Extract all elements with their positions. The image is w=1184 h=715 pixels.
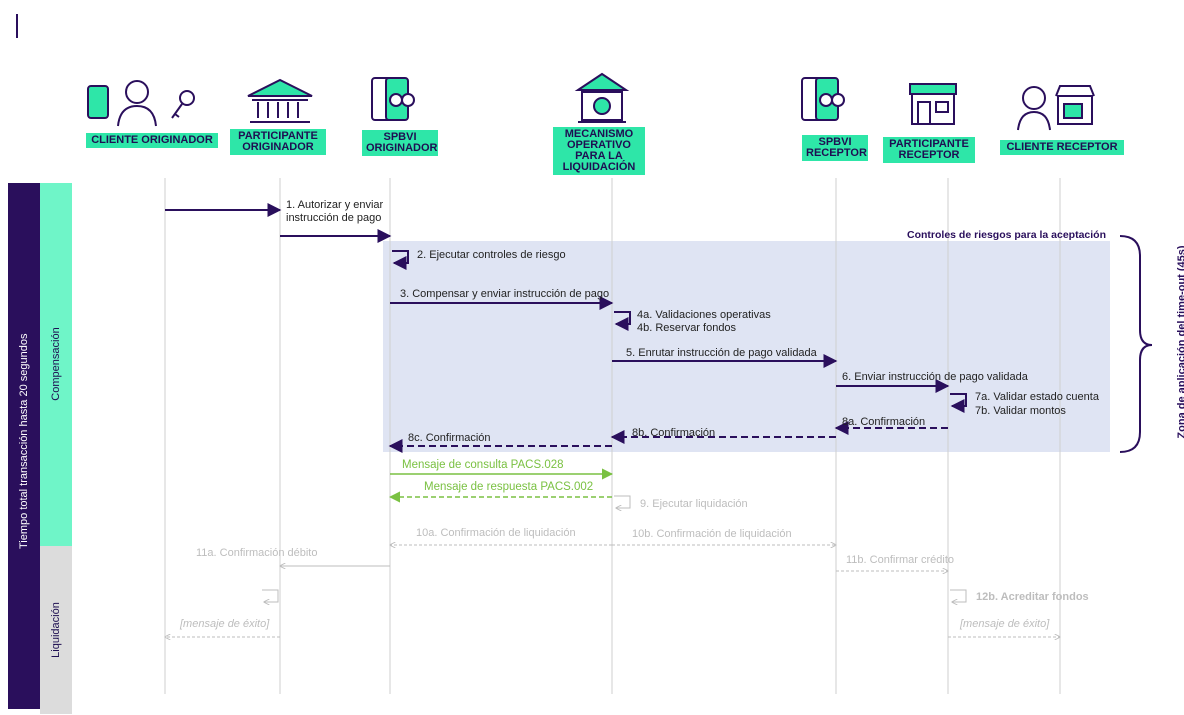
- msg-3: 3. Compensar y enviar instrucción de pag…: [400, 288, 609, 300]
- msg-11b: 11b. Confirmar crédito: [846, 554, 954, 566]
- msg-1-line1: 1. Autorizar y enviar instrucción de pago: [286, 199, 384, 224]
- msg-7a: 7a. Validar estado cuenta: [975, 391, 1100, 403]
- msg-respuesta: Mensaje de respuesta PACS.002: [424, 481, 593, 493]
- msg-exito2: [mensaje de éxito]: [959, 618, 1050, 630]
- bank-building-icon: [247, 78, 313, 123]
- msg-4a: 4a. Validaciones operativas: [637, 309, 771, 321]
- phones-transfer-icon-receptor: [801, 77, 845, 121]
- msg-10b: 10b. Confirmación de liquidación: [632, 528, 792, 540]
- sequence-diagram: 1. Autorizar y enviar instrucción de pago…: [16, 14, 1153, 694]
- msg-10a: 10a. Confirmación de liquidación: [416, 527, 576, 539]
- shop-building-icon: [909, 83, 957, 125]
- msg-7b: 7b. Validar montos: [975, 405, 1066, 417]
- cursor-mark: [16, 14, 18, 38]
- arrow-self-m9: [614, 495, 631, 508]
- arrow-self-m12a: [262, 589, 279, 602]
- msg-6: 6. Enviar instrucción de pago validada: [842, 371, 1029, 383]
- timeout-brace: [1119, 235, 1153, 453]
- controles-title: Controles de riesgos para la aceptación: [907, 229, 1106, 241]
- msg-8b: 8b. Confirmación: [632, 427, 715, 439]
- person-phone-key-icon: [87, 80, 195, 127]
- msg-5: 5. Enrutar instrucción de pago validada: [626, 347, 818, 359]
- msg-8a: 8a. Confirmación: [842, 416, 925, 428]
- msg-12b: 12b. Acreditar fondos: [976, 591, 1089, 603]
- msg-9: 9. Ejecutar liquidación: [640, 498, 748, 510]
- msg-11a: 11a. Confirmación débito: [196, 547, 317, 559]
- person-store-icon: [1017, 85, 1095, 131]
- msg-2: 2. Ejecutar controles de riesgo: [417, 249, 566, 261]
- msg-4b: 4b. Reservar fondos: [637, 322, 737, 334]
- arrow-self-m12b: [950, 589, 967, 602]
- phones-transfer-icon: [371, 77, 415, 121]
- msg-8c: 8c. Confirmación: [408, 432, 491, 444]
- msg-exito1: [mensaje de éxito]: [179, 618, 270, 630]
- central-bank-icon: [574, 72, 630, 123]
- msg-consulta: Mensaje de consulta PACS.028: [402, 459, 564, 471]
